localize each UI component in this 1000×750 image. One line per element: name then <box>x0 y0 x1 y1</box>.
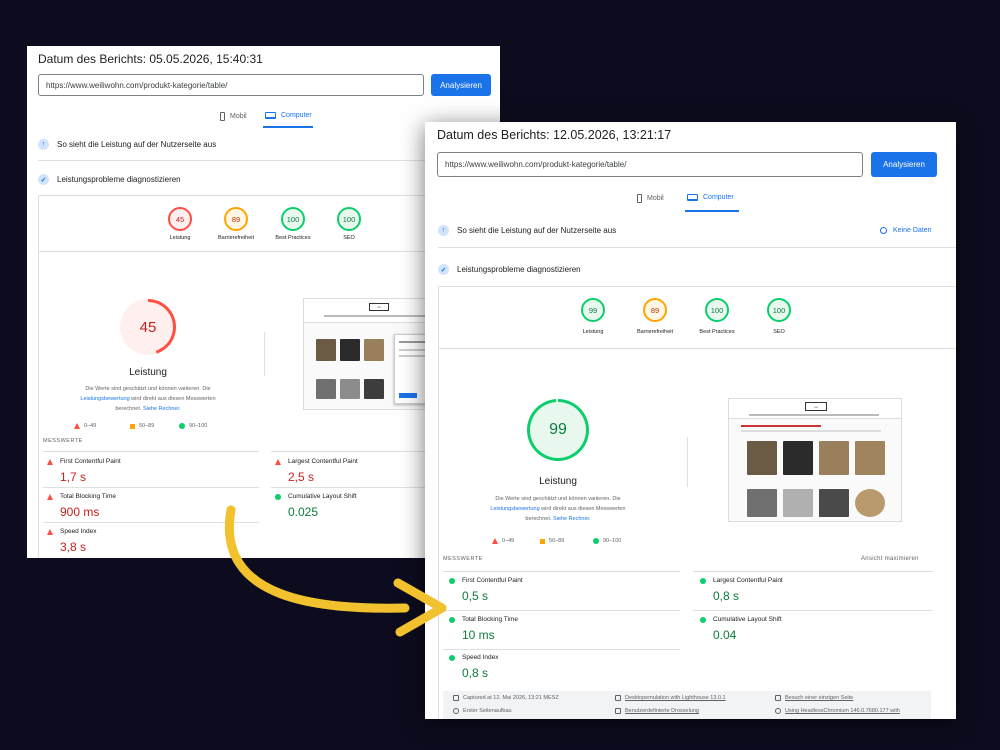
comparison-arrow <box>224 505 447 637</box>
arrow-shaft <box>224 505 410 613</box>
